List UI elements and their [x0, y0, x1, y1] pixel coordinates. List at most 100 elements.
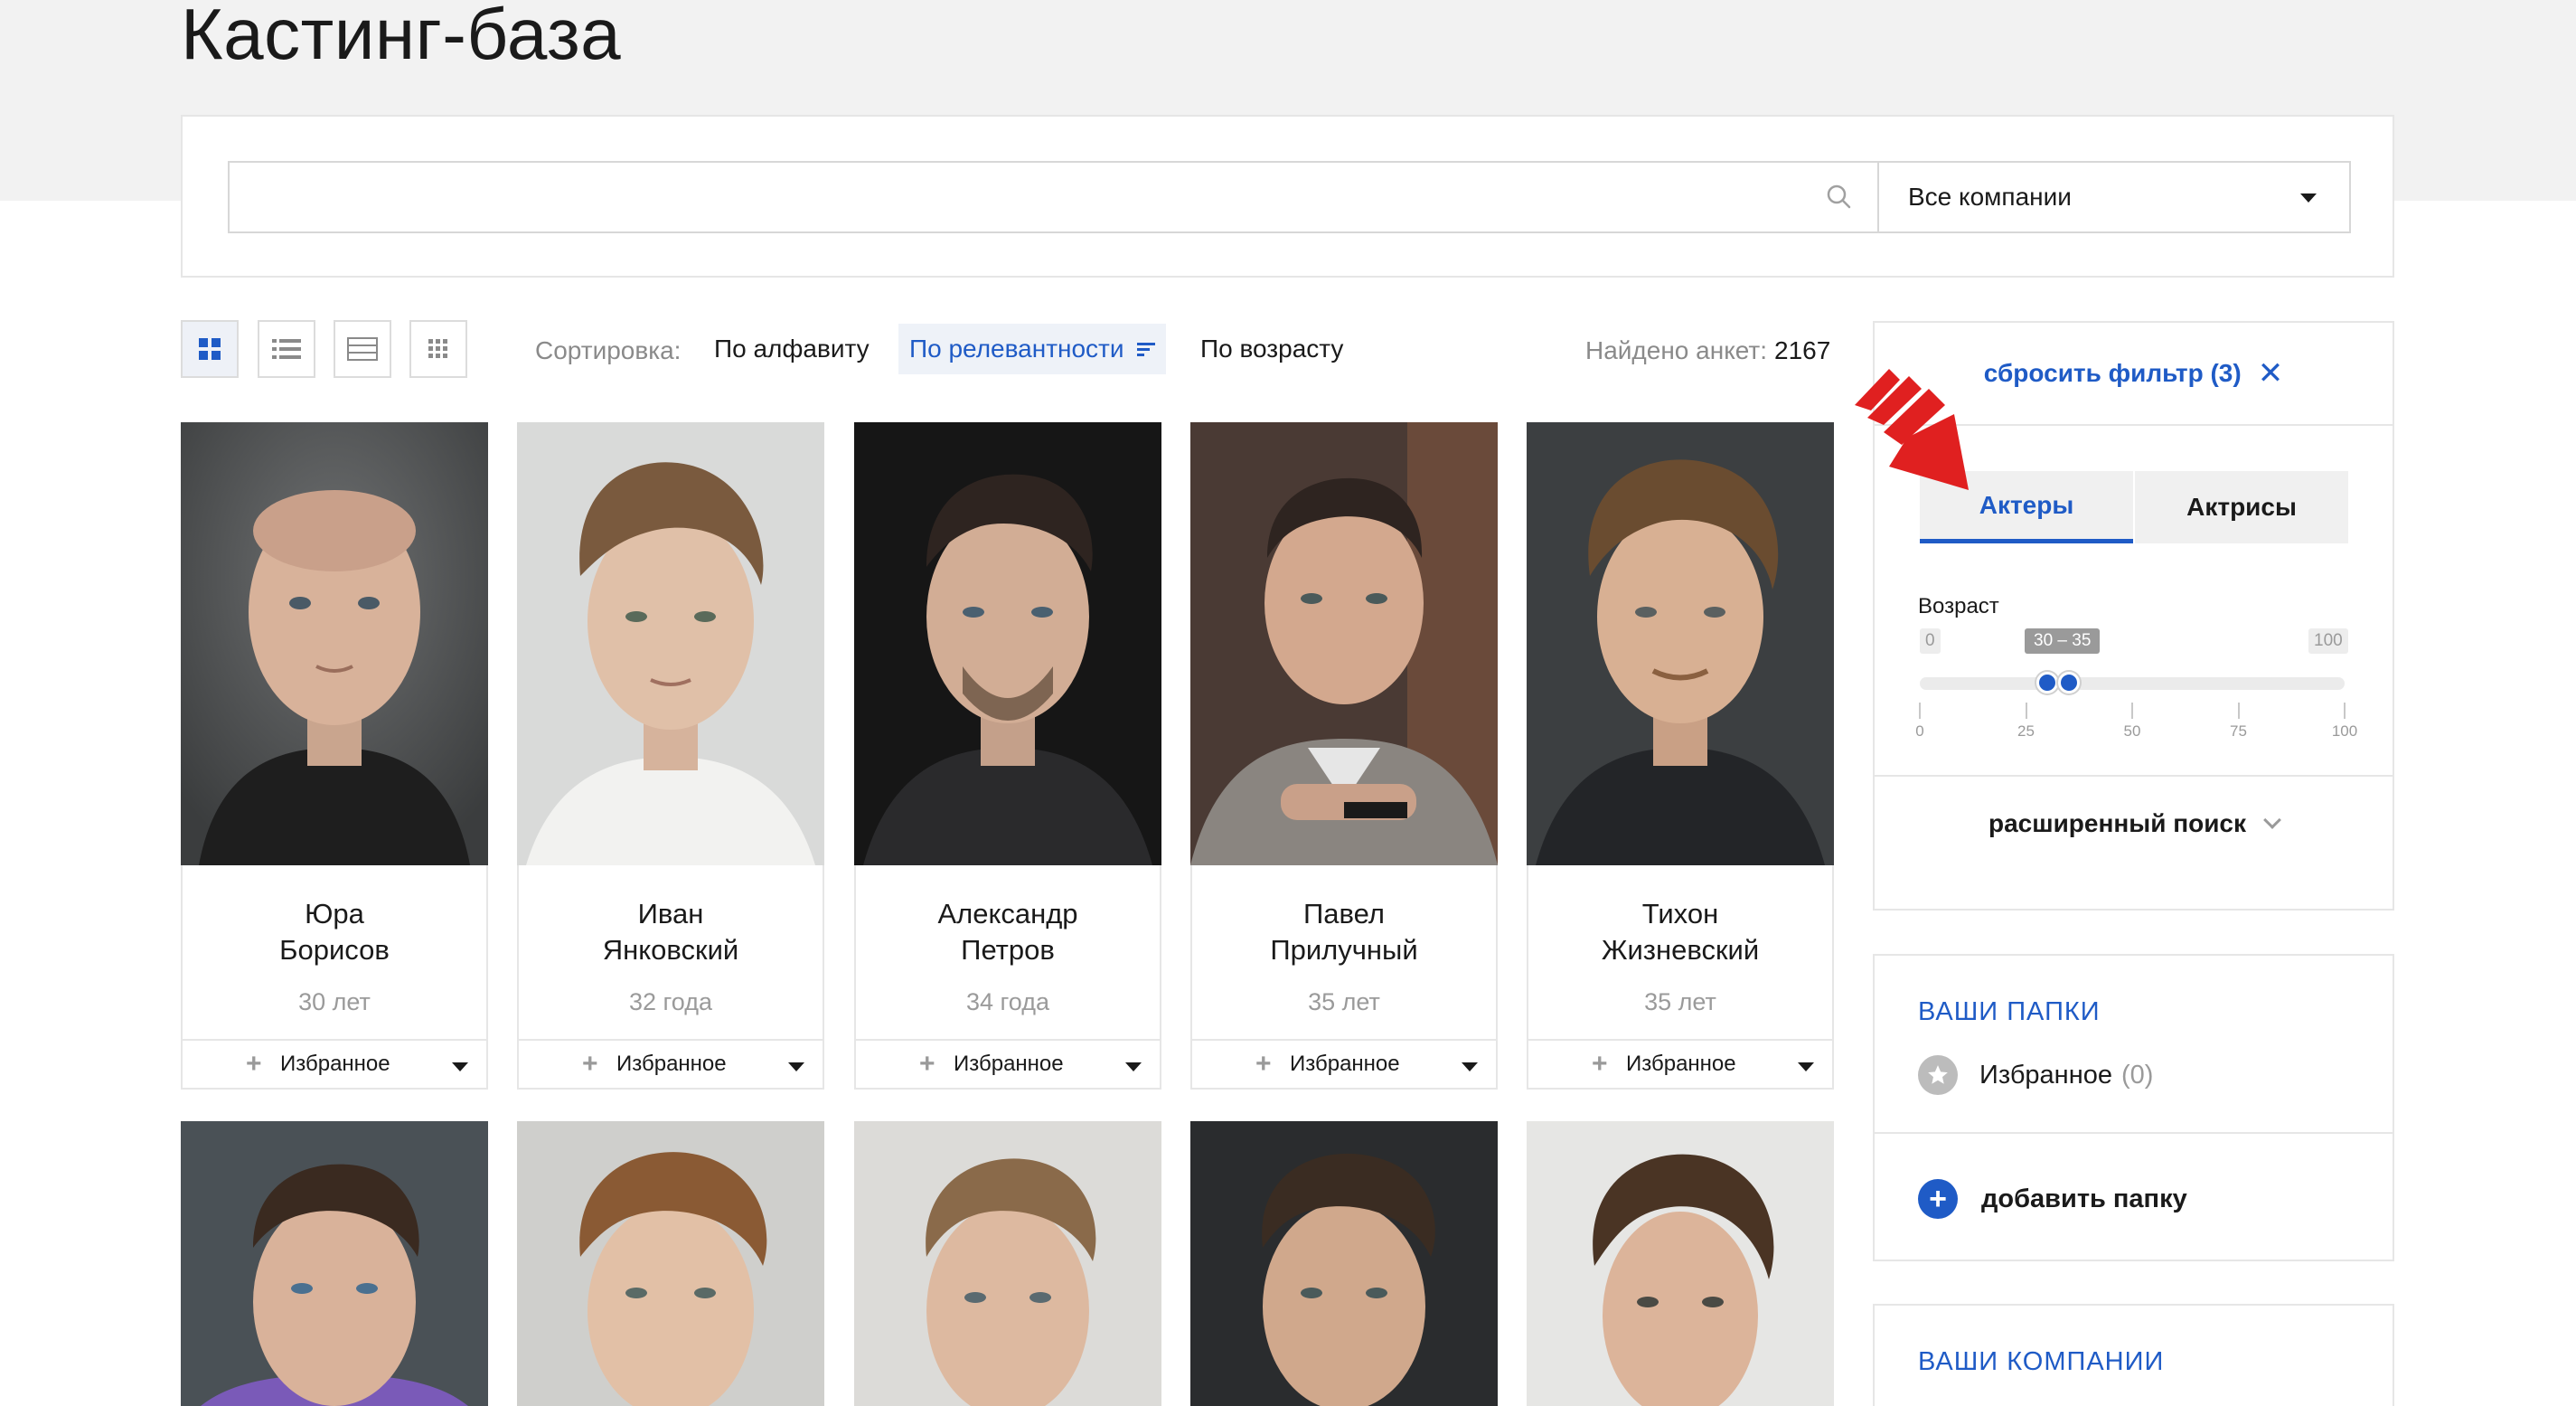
- view-table-button[interactable]: [334, 320, 391, 378]
- results-count: Найдено анкет: 2167: [1585, 336, 1830, 365]
- folders-title: ВАШИ ПАПКИ: [1918, 997, 2101, 1026]
- actor-first-name: Александр: [937, 898, 1078, 929]
- favorite-label: Избранное: [280, 1052, 390, 1076]
- age-slider-handle-max[interactable]: [2057, 672, 2080, 694]
- age-scale-tick-label: 25: [2017, 722, 2035, 740]
- search-panel: Все компании: [181, 115, 2394, 278]
- star-icon: [1918, 1055, 1958, 1095]
- actor-last-name: Янковский: [602, 934, 739, 966]
- actor-name[interactable]: Тихон Жизневский: [1528, 896, 1832, 968]
- actor-age: 30 лет: [298, 988, 371, 1015]
- actor-name[interactable]: Иван Янковский: [519, 896, 823, 968]
- search-input[interactable]: [228, 161, 1877, 233]
- age-slider-track[interactable]: [1920, 677, 2345, 690]
- chevron-down-icon[interactable]: [1798, 1062, 1814, 1071]
- plus-icon: +: [582, 1049, 598, 1079]
- view-grid-large-button[interactable]: [181, 320, 239, 378]
- page-title: Кастинг-база: [181, 0, 622, 74]
- favorite-button[interactable]: + Избранное: [1192, 1039, 1496, 1088]
- sort-age-option[interactable]: По возрасту: [1189, 324, 1354, 374]
- tab-actresses[interactable]: Актрисы: [2135, 471, 2348, 543]
- actor-photo[interactable]: [181, 422, 488, 865]
- age-scale-tick-label: 75: [2230, 722, 2247, 740]
- favorite-button[interactable]: + Избранное: [1528, 1039, 1832, 1088]
- favorite-button[interactable]: + Избранное: [856, 1039, 1160, 1088]
- actor-card[interactable]: Иван Янковский 32 года + Избранное: [517, 422, 824, 1090]
- actor-card[interactable]: Тихон Жизневский 35 лет + Избранное: [1527, 422, 1834, 1090]
- actor-photo[interactable]: [1527, 422, 1834, 865]
- companies-panel: ВАШИ КОМПАНИИ: [1873, 1304, 2394, 1406]
- sort-relevance-option[interactable]: По релевантности: [898, 324, 1166, 374]
- plus-icon: +: [919, 1049, 935, 1079]
- actor-last-name: Прилучный: [1270, 934, 1418, 966]
- age-scale-tick: [2237, 703, 2240, 719]
- actor-card[interactable]: Юра Борисов 30 лет + Избранное: [181, 422, 488, 1090]
- actor-card[interactable]: Павел Прилучный 35 лет + Избранное: [1190, 422, 1498, 1090]
- favorite-label: Избранное: [616, 1052, 727, 1076]
- advanced-search-toggle[interactable]: расширенный поиск: [1875, 775, 2393, 871]
- add-folder-button[interactable]: + добавить папку: [1875, 1132, 2393, 1266]
- company-select[interactable]: Все компании: [1877, 161, 2351, 233]
- plus-icon: +: [1918, 1179, 1958, 1219]
- view-list-button[interactable]: [258, 320, 315, 378]
- sort-alphabet-label: По алфавиту: [714, 335, 870, 363]
- chevron-down-icon[interactable]: [1125, 1062, 1142, 1071]
- folder-favorites-count: (0): [2120, 1060, 2154, 1090]
- search-icon[interactable]: [1825, 183, 1854, 212]
- actor-first-name: Иван: [637, 898, 704, 929]
- actor-first-name: Тихон: [1641, 898, 1719, 929]
- folder-favorites[interactable]: Избранное (0): [1918, 1055, 2153, 1095]
- chevron-down-icon[interactable]: [1462, 1062, 1478, 1071]
- plus-icon: +: [246, 1049, 262, 1079]
- company-select-value: Все компании: [1908, 183, 2072, 211]
- chevron-down-icon[interactable]: [452, 1062, 468, 1071]
- chevron-down-icon[interactable]: [788, 1062, 804, 1071]
- age-scale-tick-label: 100: [2331, 722, 2358, 740]
- actor-photo[interactable]: [854, 422, 1161, 865]
- folders-panel: ВАШИ ПАПКИ Избранное (0) + добавить папк…: [1873, 954, 2394, 1261]
- age-slider-handle-min[interactable]: [2036, 672, 2058, 694]
- plus-icon: +: [1255, 1049, 1272, 1079]
- chevron-down-icon: [2300, 193, 2317, 203]
- grid-small-icon: [428, 339, 447, 358]
- actor-photo[interactable]: [1527, 1121, 1834, 1406]
- close-icon[interactable]: ✕: [2258, 355, 2284, 392]
- actor-photo[interactable]: [181, 1121, 488, 1406]
- age-scale-tick-label: 50: [2123, 722, 2141, 740]
- view-grid-small-button[interactable]: [409, 320, 467, 378]
- age-filter-title: Возраст: [1918, 594, 1999, 618]
- tab-actresses-label: Актрисы: [2186, 493, 2297, 521]
- list-icon: [272, 339, 301, 359]
- actor-photo[interactable]: [1190, 422, 1498, 865]
- actor-card[interactable]: Александр Петров 34 года + Избранное: [854, 422, 1161, 1090]
- age-scale-tick: [1919, 703, 1921, 719]
- favorite-label: Избранное: [954, 1052, 1064, 1076]
- actor-last-name: Жизневский: [1601, 934, 1760, 966]
- favorite-label: Избранное: [1290, 1052, 1400, 1076]
- favorite-button[interactable]: + Избранное: [183, 1039, 486, 1088]
- table-icon: [347, 337, 378, 361]
- actor-age: 34 года: [966, 988, 1049, 1015]
- actor-photo[interactable]: [517, 422, 824, 865]
- sort-age-label: По возрасту: [1200, 335, 1344, 363]
- favorite-label: Избранное: [1626, 1052, 1736, 1076]
- results-count-value: 2167: [1774, 336, 1831, 364]
- actor-name[interactable]: Павел Прилучный: [1192, 896, 1496, 968]
- folder-favorites-label: Избранное: [1979, 1060, 2112, 1090]
- companies-title: ВАШИ КОМПАНИИ: [1918, 1347, 2165, 1376]
- age-scale-tick: [2131, 703, 2133, 719]
- age-scale-tick: [2025, 703, 2027, 719]
- sort-alphabet-option[interactable]: По алфавиту: [703, 324, 880, 374]
- actor-first-name: Павел: [1303, 898, 1385, 929]
- sort-relevance-label: По релевантности: [909, 335, 1124, 363]
- sort-desc-icon: [1136, 343, 1155, 356]
- actor-photo[interactable]: [1190, 1121, 1498, 1406]
- sort-label: Сортировка:: [535, 336, 682, 364]
- actor-name[interactable]: Александр Петров: [856, 896, 1160, 968]
- actor-age: 35 лет: [1644, 988, 1716, 1015]
- actor-photo[interactable]: [517, 1121, 824, 1406]
- actor-photo[interactable]: [854, 1121, 1161, 1406]
- favorite-button[interactable]: + Избранное: [519, 1039, 823, 1088]
- annotation-arrow-icon: [1855, 369, 1969, 490]
- actor-name[interactable]: Юра Борисов: [183, 896, 486, 968]
